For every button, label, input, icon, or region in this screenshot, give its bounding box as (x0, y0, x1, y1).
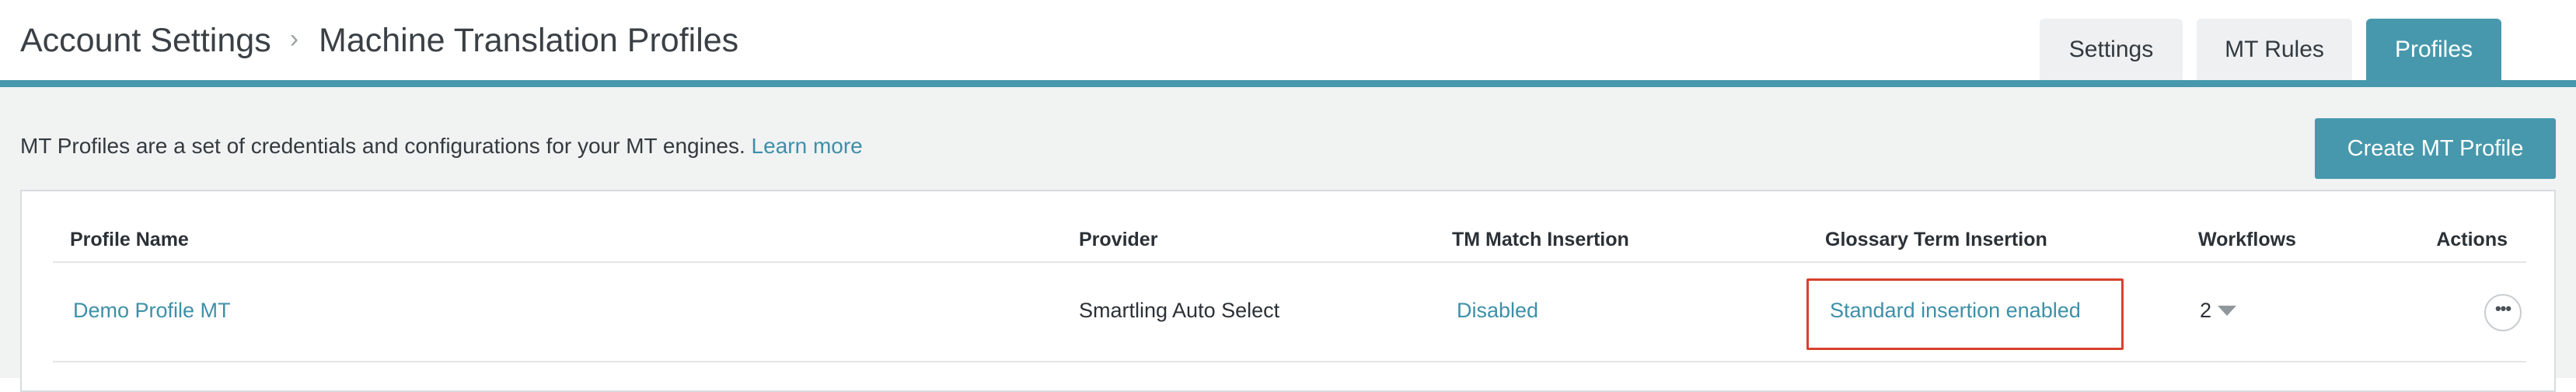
table-row: Demo Profile MT Smartling Auto Select Di… (53, 263, 2526, 362)
header-glossary-term-insertion: Glossary Term Insertion (1825, 229, 2047, 250)
workflows-count: 2 (2200, 299, 2212, 322)
workflows-dropdown[interactable]: 2 (2200, 299, 2237, 323)
profiles-table-panel: Profile Name Provider TM Match Insertion… (20, 190, 2556, 392)
provider-cell: Smartling Auto Select (1079, 299, 1280, 322)
tab-settings[interactable]: Settings (2040, 19, 2183, 81)
caret-down-icon (2218, 306, 2237, 316)
intro-description: MT Profiles are a set of credentials and… (20, 134, 745, 158)
header-provider: Provider (1079, 229, 1158, 250)
chevron-right-icon: › (289, 23, 299, 54)
page-title: Machine Translation Profiles (319, 21, 739, 59)
actions-menu-button[interactable]: ••• (2484, 294, 2522, 331)
table-header: Profile Name Provider TM Match Insertion… (53, 191, 2526, 263)
tm-match-insertion-link[interactable]: Disabled (1457, 299, 1538, 323)
tab-profiles[interactable]: Profiles (2366, 19, 2501, 81)
header-tm-match-insertion: TM Match Insertion (1452, 229, 1629, 250)
tab-mt-rules[interactable]: MT Rules (2197, 19, 2352, 81)
intro-text: MT Profiles are a set of credentials and… (20, 134, 863, 159)
header-profile-name: Profile Name (70, 229, 189, 250)
header-workflows: Workflows (2198, 229, 2296, 250)
breadcrumb: Account Settings › Machine Translation P… (20, 17, 738, 64)
profile-name-link[interactable]: Demo Profile MT (73, 299, 231, 323)
profiles-table: Profile Name Provider TM Match Insertion… (53, 191, 2526, 362)
breadcrumb-parent[interactable]: Account Settings (20, 22, 271, 60)
more-horizontal-icon: ••• (2494, 299, 2511, 318)
glossary-term-insertion-link[interactable]: Standard insertion enabled (1830, 299, 2081, 323)
header-divider (0, 80, 2576, 87)
learn-more-link[interactable]: Learn more (752, 134, 863, 158)
header-actions: Actions (2436, 229, 2508, 250)
page-header: Account Settings › Machine Translation P… (0, 0, 2576, 87)
main-content: MT Profiles are a set of credentials and… (0, 87, 2576, 392)
create-mt-profile-button[interactable]: Create MT Profile (2315, 118, 2556, 179)
tab-bar: Settings MT Rules Profiles (2040, 19, 2501, 81)
